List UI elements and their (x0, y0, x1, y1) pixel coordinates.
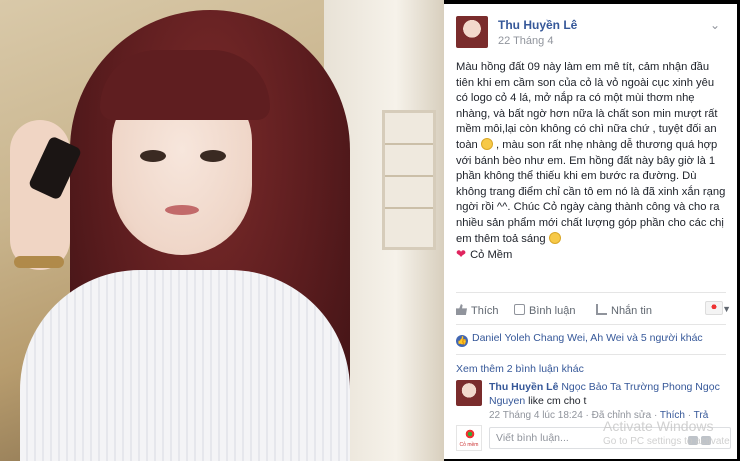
post-text-part-2: , màu son rất nhẹ nhàng dễ thương quá hợ… (456, 138, 726, 245)
post-header: Thu Huyền Lê 22 Tháng 4 ⌄ (456, 16, 728, 56)
post-time[interactable]: 22 Tháng 4 (498, 35, 553, 47)
signature-text: Cỏ Mềm (470, 249, 513, 262)
share-icon (596, 304, 607, 315)
commenter-name[interactable]: Thu Huyền Lê (489, 381, 558, 393)
comment-button[interactable]: Bình luận (514, 304, 575, 317)
page-logo: Cỏ mềm (456, 425, 482, 451)
comment-time[interactable]: 22 Tháng 4 lúc 18:24 (489, 410, 583, 421)
author-avatar[interactable] (456, 16, 488, 48)
activation-watermark: Activate Windows Go to PC settings to ac… (603, 418, 730, 447)
likes-summary[interactable]: 👍 Daniel Yoleh Chang Wei, Ah Wei và 5 ngư… (456, 332, 731, 347)
post-text-part-1: Màu hồng đất 09 này làm em mê tít, cảm n… (456, 61, 718, 151)
photo-bangs (100, 50, 270, 120)
comment-label: Bình luận (529, 305, 576, 317)
smile-emoji-icon (480, 137, 493, 150)
more-comments-link[interactable]: Xem thêm 2 bình luận khác (456, 363, 584, 375)
post-photo[interactable] (0, 0, 444, 461)
photo-shirt (20, 270, 350, 461)
post-actions: Thích Bình luận Nhắn tin ▼ (456, 301, 731, 318)
smile-emoji-icon (548, 231, 561, 244)
like-icon (456, 304, 467, 315)
caret-down-icon[interactable]: ▼ (722, 304, 731, 314)
share-label: Nhắn tin (611, 305, 652, 317)
divider (456, 292, 726, 293)
likes-summary-text: Daniel Yoleh Chang Wei, Ah Wei và 5 ngườ… (472, 332, 703, 344)
share-button[interactable]: Nhắn tin (596, 304, 652, 317)
comment-text: Thu Huyền Lê Ngọc Bảo Ta Trường Phong Ng… (489, 380, 729, 408)
divider (456, 354, 726, 355)
chevron-down-icon[interactable]: ⌄ (710, 18, 720, 32)
like-button[interactable]: Thích (456, 304, 499, 317)
photo-lips (165, 205, 199, 215)
post-panel: Thu Huyền Lê 22 Tháng 4 ⌄ Màu hồng đất 0… (444, 4, 737, 459)
photo-shelf (382, 110, 436, 250)
watermark-line-2: Go to PC settings to activate (603, 436, 730, 447)
page-avatar[interactable] (705, 301, 723, 315)
post-signature: ❤ Cỏ Mềm (456, 247, 726, 264)
thumbs-up-icon: 👍 (456, 335, 468, 347)
comment-icon (514, 304, 525, 315)
divider (456, 324, 726, 325)
watermark-line-1: Activate Windows (603, 418, 714, 434)
photo-eye-right (200, 150, 226, 162)
heart-icon: ❤ (456, 247, 467, 262)
post-body: Màu hồng đất 09 này làm em mê tít, cảm n… (456, 60, 726, 264)
photo-eye-left (140, 150, 166, 162)
photo-bracelet (14, 256, 64, 268)
commenter-avatar[interactable] (456, 380, 482, 406)
like-label: Thích (471, 305, 499, 317)
author-name[interactable]: Thu Huyền Lê (498, 18, 577, 32)
comment-body: like cm cho t (528, 395, 587, 407)
post-text: Màu hồng đất 09 này làm em mê tít, cảm n… (456, 60, 726, 247)
